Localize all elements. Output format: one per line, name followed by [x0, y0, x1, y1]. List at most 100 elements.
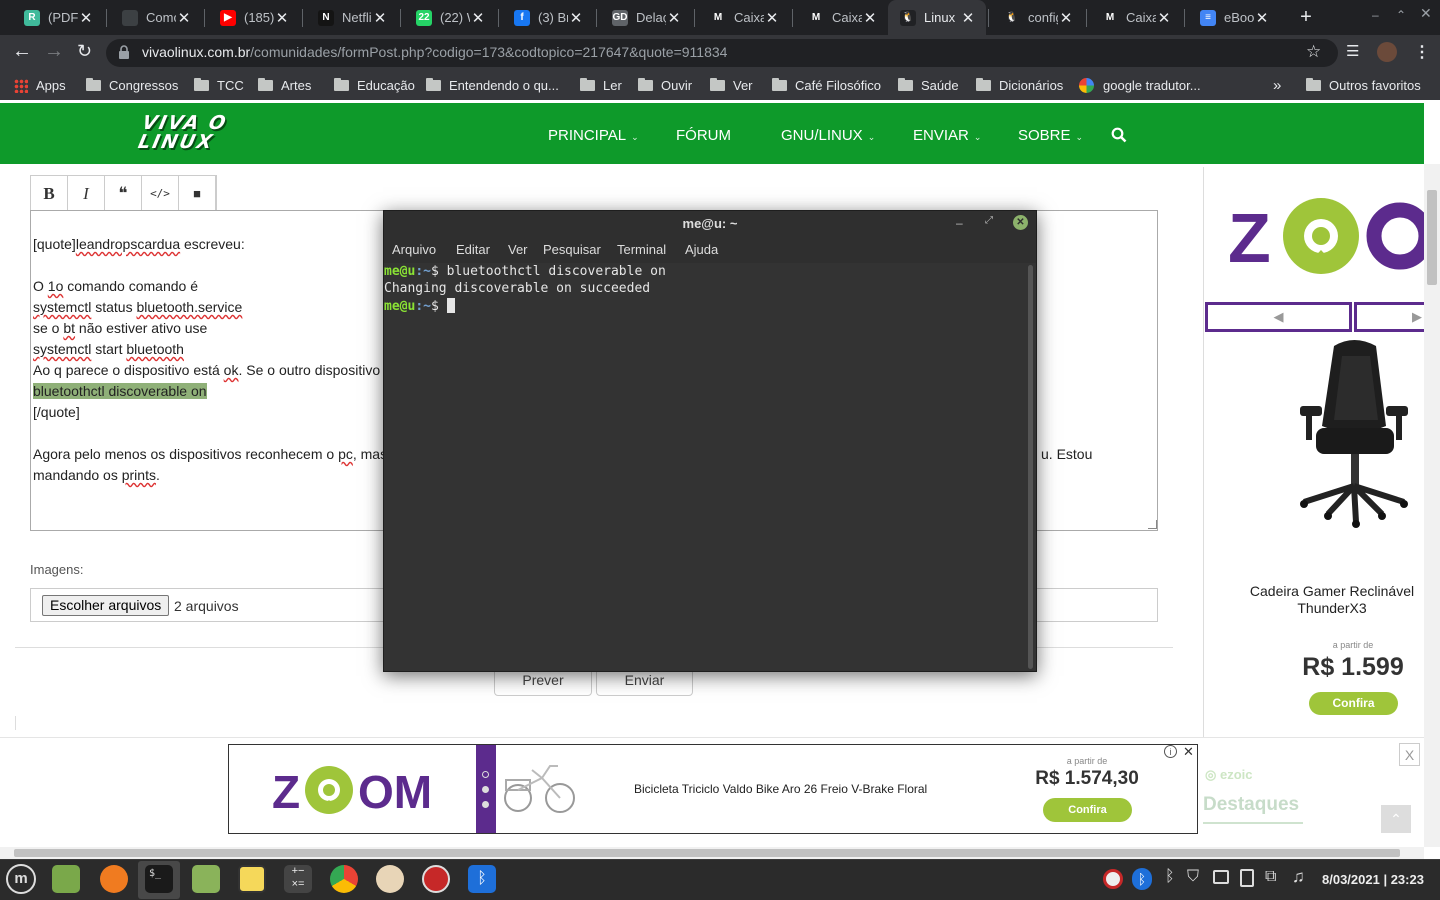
bookmark-item[interactable]: google tradutor... — [1079, 71, 1201, 100]
file-manager-icon[interactable] — [192, 865, 220, 893]
terminal-minimize-button[interactable]: – — [956, 216, 963, 230]
tab-close-icon[interactable]: ✕ — [470, 9, 486, 27]
choose-files-button[interactable]: Escolher arquivos — [42, 595, 170, 616]
bookmark-item[interactable]: Apps — [14, 71, 66, 100]
quote-button[interactable]: ❝ — [105, 176, 142, 211]
nav-item-frum[interactable]: FÓRUM — [676, 127, 731, 144]
nav-item-principal[interactable]: PRINCIPAL ⌄ — [548, 127, 639, 144]
carousel-dot[interactable] — [482, 771, 489, 778]
bookmark-item[interactable]: Congressos — [86, 71, 178, 100]
terminal-menu-item[interactable]: Ajuda — [685, 242, 718, 257]
terminal-output[interactable]: me@u:~$ bluetoothctl discoverable on Cha… — [384, 263, 1036, 671]
side-ad-product-title[interactable]: Cadeira Gamer Reclinável ThunderX3 — [1240, 583, 1424, 617]
nav-item-enviar[interactable]: ENVIAR ⌄ — [913, 127, 981, 144]
carousel-prev-button[interactable]: ◀ — [1205, 302, 1352, 332]
ad-info-icon[interactable]: i — [1164, 745, 1177, 758]
terminal-menu-item[interactable]: Pesquisar — [543, 242, 601, 257]
bookmark-item[interactable]: Entendendo o qu... — [426, 71, 559, 100]
reload-icon[interactable]: ↻ — [77, 42, 97, 62]
horizontal-scrollbar-thumb[interactable] — [14, 849, 1400, 857]
bookmark-item[interactable]: Educação — [334, 71, 415, 100]
tray-bluetooth-icon[interactable]: ᛒ — [1132, 868, 1152, 890]
browser-tab[interactable]: R (PDF)✕ — [12, 0, 104, 35]
tray-clock-icon[interactable] — [1103, 869, 1123, 889]
tray-network-icon[interactable]: ⧉ — [1265, 868, 1276, 886]
alarm-clock-icon[interactable] — [422, 865, 450, 893]
browser-tab[interactable]: Como✕ — [110, 0, 202, 35]
carousel-dot[interactable] — [482, 786, 489, 793]
terminal-menu-item[interactable]: Arquivo — [392, 242, 436, 257]
browser-tab[interactable]: GD Delaç ✕ — [600, 0, 692, 35]
other-bookmarks-folder[interactable]: Outros favoritos — [1306, 71, 1421, 100]
italic-button[interactable]: I — [68, 176, 105, 211]
tray-shield-icon[interactable]: ⛉ — [1187, 868, 1199, 886]
tray-update-icon[interactable] — [1240, 869, 1254, 887]
tab-close-icon[interactable]: ✕ — [568, 9, 584, 27]
forward-arrow-icon[interactable]: → — [44, 41, 64, 62]
bookmark-item[interactable]: Ouvir — [638, 71, 692, 100]
bookmark-item[interactable]: TCC — [194, 71, 244, 100]
back-arrow-icon[interactable]: ← — [12, 41, 32, 62]
bookmark-item[interactable]: Dicionários — [976, 71, 1063, 100]
bluetooth-app-icon[interactable]: ᛒ — [468, 865, 496, 893]
notes-icon[interactable] — [238, 865, 266, 893]
tab-close-icon[interactable]: ✕ — [764, 9, 780, 27]
browser-menu-icon[interactable]: ⋮ — [1414, 42, 1430, 62]
tab-close-icon[interactable]: ✕ — [1156, 9, 1172, 27]
carousel-dot[interactable] — [482, 801, 489, 808]
terminal-scrollbar[interactable] — [1028, 265, 1033, 669]
page-scrollbar-thumb[interactable] — [1427, 190, 1437, 285]
bottom-ad-product-title[interactable]: Bicicleta Triciclo Valdo Bike Aro 26 Fre… — [634, 782, 927, 796]
minimize-window-button[interactable]: – — [1372, 8, 1388, 24]
site-logo[interactable]: VIVA O LINUX — [136, 112, 237, 156]
tab-close-icon[interactable]: ✕ — [1058, 9, 1074, 27]
terminal-menu-item[interactable]: Editar — [456, 242, 490, 257]
tab-close-icon[interactable]: ✕ — [960, 9, 976, 27]
firefox-icon[interactable] — [100, 865, 128, 893]
browser-tab[interactable]: ≡ eBook✕ — [1188, 0, 1280, 35]
close-window-button[interactable]: ✕ — [1420, 5, 1436, 21]
carousel-next-button[interactable]: ▶ — [1354, 302, 1424, 332]
tab-close-icon[interactable]: ✕ — [372, 9, 388, 27]
profile-avatar[interactable] — [1377, 42, 1397, 62]
browser-tab[interactable]: 🐧 Linux ✕ — [888, 0, 986, 35]
search-icon[interactable] — [1111, 127, 1127, 143]
taskbar-clock[interactable]: 8/03/2021 | 23:23 — [1322, 872, 1424, 887]
bookmark-item[interactable]: Artes — [258, 71, 311, 100]
lock-icon[interactable] — [118, 45, 130, 59]
hand-app-icon[interactable] — [376, 865, 404, 893]
tab-close-icon[interactable]: ✕ — [666, 9, 682, 27]
terminal-maximize-button[interactable]: ⤢ — [985, 215, 993, 226]
tab-close-icon[interactable]: ✕ — [274, 9, 290, 27]
bold-button[interactable]: B — [31, 176, 68, 211]
product-image-chair[interactable] — [1294, 336, 1414, 528]
browser-tab[interactable]: 22 (22) W✕ — [404, 0, 496, 35]
bookmark-item[interactable]: Ler — [580, 71, 622, 100]
terminal-close-button[interactable]: ✕ — [1013, 215, 1028, 230]
tab-close-icon[interactable]: ✕ — [176, 9, 192, 27]
bottom-ad-confira-button[interactable]: Confira — [1043, 798, 1132, 822]
nav-item-gnulinux[interactable]: GNU/LINUX ⌄ — [781, 127, 875, 144]
bookmark-item[interactable]: Café Filosófico — [772, 71, 881, 100]
terminal-icon[interactable]: $_ — [145, 865, 173, 893]
ad-close-icon[interactable]: ✕ — [1183, 744, 1194, 760]
browser-tab[interactable]: M Caixa ✕ — [796, 0, 888, 35]
resize-handle-icon[interactable] — [1148, 520, 1157, 529]
new-tab-button[interactable]: + — [1294, 6, 1318, 30]
browser-tab[interactable]: f (3) Br ✕ — [502, 0, 594, 35]
ad-dismiss-button[interactable]: X — [1399, 743, 1420, 766]
files-desktop-icon[interactable] — [52, 865, 80, 893]
tray-printer-icon[interactable] — [1213, 870, 1229, 884]
calculator-icon[interactable]: +− ×= — [284, 865, 312, 893]
maximize-window-button[interactable]: ⌃ — [1396, 8, 1412, 24]
code-button[interactable]: </> — [142, 176, 179, 211]
tray-sound-icon[interactable]: ♫ — [1292, 867, 1305, 887]
bookmark-item[interactable]: Ver — [710, 71, 753, 100]
more-bookmarks-button[interactable]: » — [1273, 71, 1281, 100]
browser-tab[interactable]: N Netfli ✕ — [306, 0, 398, 35]
tab-close-icon[interactable]: ✕ — [78, 9, 94, 27]
nav-item-sobre[interactable]: SOBRE ⌄ — [1018, 127, 1083, 144]
browser-tab[interactable]: ▶ (185) ✕ — [208, 0, 300, 35]
tray-bluetooth2-icon[interactable]: ᛒ — [1165, 868, 1175, 886]
tab-close-icon[interactable]: ✕ — [1254, 9, 1270, 27]
